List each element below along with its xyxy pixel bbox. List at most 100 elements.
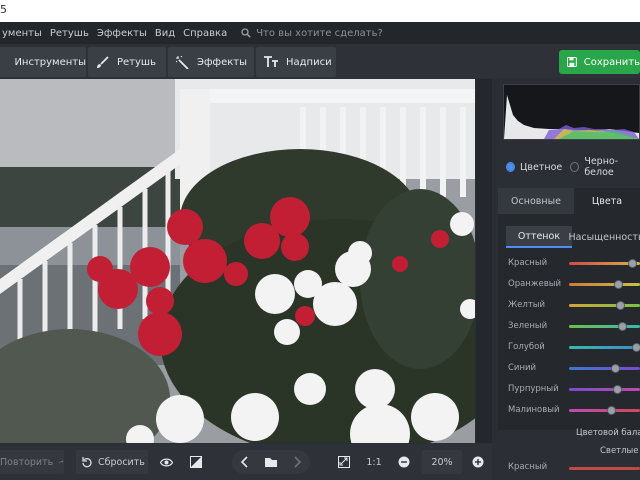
text-icon (264, 56, 278, 67)
hue-slider-track[interactable] (569, 385, 640, 394)
window-title: 5 (0, 3, 7, 16)
zoom-out-icon (398, 456, 410, 468)
color-mode-group: Цветное Черно-белое (498, 154, 640, 180)
photo-image (0, 79, 475, 443)
slider-row: Синий (508, 361, 640, 377)
zoom-level[interactable]: 20% (422, 450, 462, 474)
color-balance-label: Цветовой бала (576, 428, 640, 438)
slider-label: Пурпурный (508, 384, 559, 394)
search-icon (241, 28, 251, 38)
bw-mode-radio[interactable] (570, 162, 580, 172)
captions-button[interactable]: Надписи (256, 47, 336, 77)
slider-knob[interactable] (614, 280, 624, 289)
redo-icon (59, 460, 64, 464)
menu-effects[interactable]: Эффекты (93, 28, 151, 39)
slider-label: Зеленый (508, 321, 548, 331)
hue-slider-track[interactable] (569, 343, 640, 352)
photo-canvas[interactable] (0, 79, 475, 443)
slider-row: Голубой (508, 340, 640, 356)
slider-knob[interactable] (611, 364, 621, 373)
retouch-button[interactable]: Ретушь (88, 47, 166, 77)
redo-label: Повторить (0, 456, 54, 468)
bw-mode-label[interactable]: Черно-белое (584, 156, 640, 178)
effects-label: Эффекты (197, 56, 247, 68)
slider-row: Малиновый (508, 403, 640, 419)
slider-knob[interactable] (628, 259, 638, 268)
slider-row: Желтый (508, 298, 640, 314)
slider-label: Красный (508, 258, 548, 268)
slider-knob[interactable] (612, 385, 622, 394)
chevron-right-icon[interactable] (284, 456, 310, 468)
captions-label: Надписи (286, 56, 332, 68)
slider-row: Оранжевый (508, 277, 640, 293)
slider-knob[interactable] (618, 322, 628, 331)
tab-basic[interactable]: Основные (498, 188, 574, 214)
tools-button[interactable]: Инструменты (0, 47, 86, 77)
folder-icon[interactable] (258, 456, 284, 468)
zoom-out-button[interactable] (396, 450, 412, 474)
slider-label: Желтый (508, 300, 546, 310)
floppy-icon (567, 57, 577, 67)
slider-row: Зеленый (508, 319, 640, 335)
compare-icon (190, 456, 202, 468)
zoom-in-icon (472, 456, 484, 468)
hue-slider-track[interactable] (569, 280, 640, 289)
fit-screen-button[interactable] (334, 450, 354, 474)
toolbar: Инструменты Ретушь Эффекты Надписи (0, 44, 640, 78)
reset-icon (82, 456, 92, 467)
slider-knob[interactable] (607, 406, 617, 415)
slider-label: Оранжевый (508, 279, 561, 289)
hue-slider-track[interactable] (569, 301, 640, 310)
menu-bar: ументы Ретушь Эффекты Вид Справка Что вы… (0, 22, 640, 44)
histogram-graph (504, 95, 639, 139)
brush-icon (97, 55, 109, 68)
color-subtabs: Оттенок Насыщенность (506, 226, 640, 248)
balance-red-label: Красный (508, 462, 548, 472)
slider-label: Малиновый (508, 405, 560, 415)
save-label: Сохранить (583, 56, 640, 68)
tab-hue[interactable]: Оттенок (506, 226, 572, 248)
vertical-scrollbar[interactable] (476, 79, 492, 443)
menu-view[interactable]: Вид (151, 28, 179, 39)
compare-button[interactable] (186, 450, 206, 474)
fit-screen-icon (338, 456, 350, 468)
search-placeholder: Что вы хотите сделать? (256, 27, 383, 39)
retouch-label: Ретушь (117, 56, 156, 68)
slider-knob[interactable] (631, 343, 640, 352)
slider-label: Голубой (508, 342, 545, 352)
tools-label: Инструменты (14, 56, 86, 68)
hue-slider-track[interactable] (569, 406, 640, 415)
menu-tools[interactable]: ументы (0, 28, 46, 39)
redo-button[interactable]: Повторить (0, 450, 64, 474)
slider-row: Пурпурный (508, 382, 640, 398)
color-mode-radio[interactable] (506, 162, 516, 172)
slider-label: Синий (508, 363, 537, 373)
tab-saturation[interactable]: Насыщенность (568, 226, 640, 248)
color-mode-label[interactable]: Цветное (520, 162, 562, 173)
panel-tabs: Основные Цвета (498, 188, 640, 214)
navigation-group (232, 450, 310, 474)
preview-button[interactable] (156, 450, 176, 474)
highlights-label[interactable]: Светлые (600, 446, 639, 456)
menu-help[interactable]: Справка (179, 28, 231, 39)
eye-icon (159, 458, 173, 466)
actual-size-button[interactable]: 1:1 (364, 450, 384, 474)
slider-knob[interactable] (615, 301, 625, 310)
slider-row: Красный (508, 256, 640, 272)
chevron-left-icon[interactable] (232, 456, 258, 468)
hue-slider-track[interactable] (569, 259, 640, 268)
reset-button[interactable]: Сбросить (76, 450, 148, 474)
save-button[interactable]: Сохранить (559, 50, 640, 74)
title-strip: 5 (0, 0, 640, 22)
magic-wand-icon (176, 55, 189, 69)
hue-slider-track[interactable] (569, 322, 640, 331)
zoom-in-button[interactable] (470, 450, 486, 474)
histogram (503, 84, 640, 140)
balance-red-slider[interactable] (569, 467, 640, 470)
effects-button[interactable]: Эффекты (168, 47, 254, 77)
tab-colors[interactable]: Цвета (574, 188, 640, 214)
hue-slider-track[interactable] (569, 364, 640, 373)
search-box[interactable]: Что вы хотите сделать? (241, 28, 383, 39)
menu-retouch[interactable]: Ретушь (46, 28, 93, 39)
bottom-bar: Повторить Сбросить 1:1 20% (0, 444, 492, 480)
